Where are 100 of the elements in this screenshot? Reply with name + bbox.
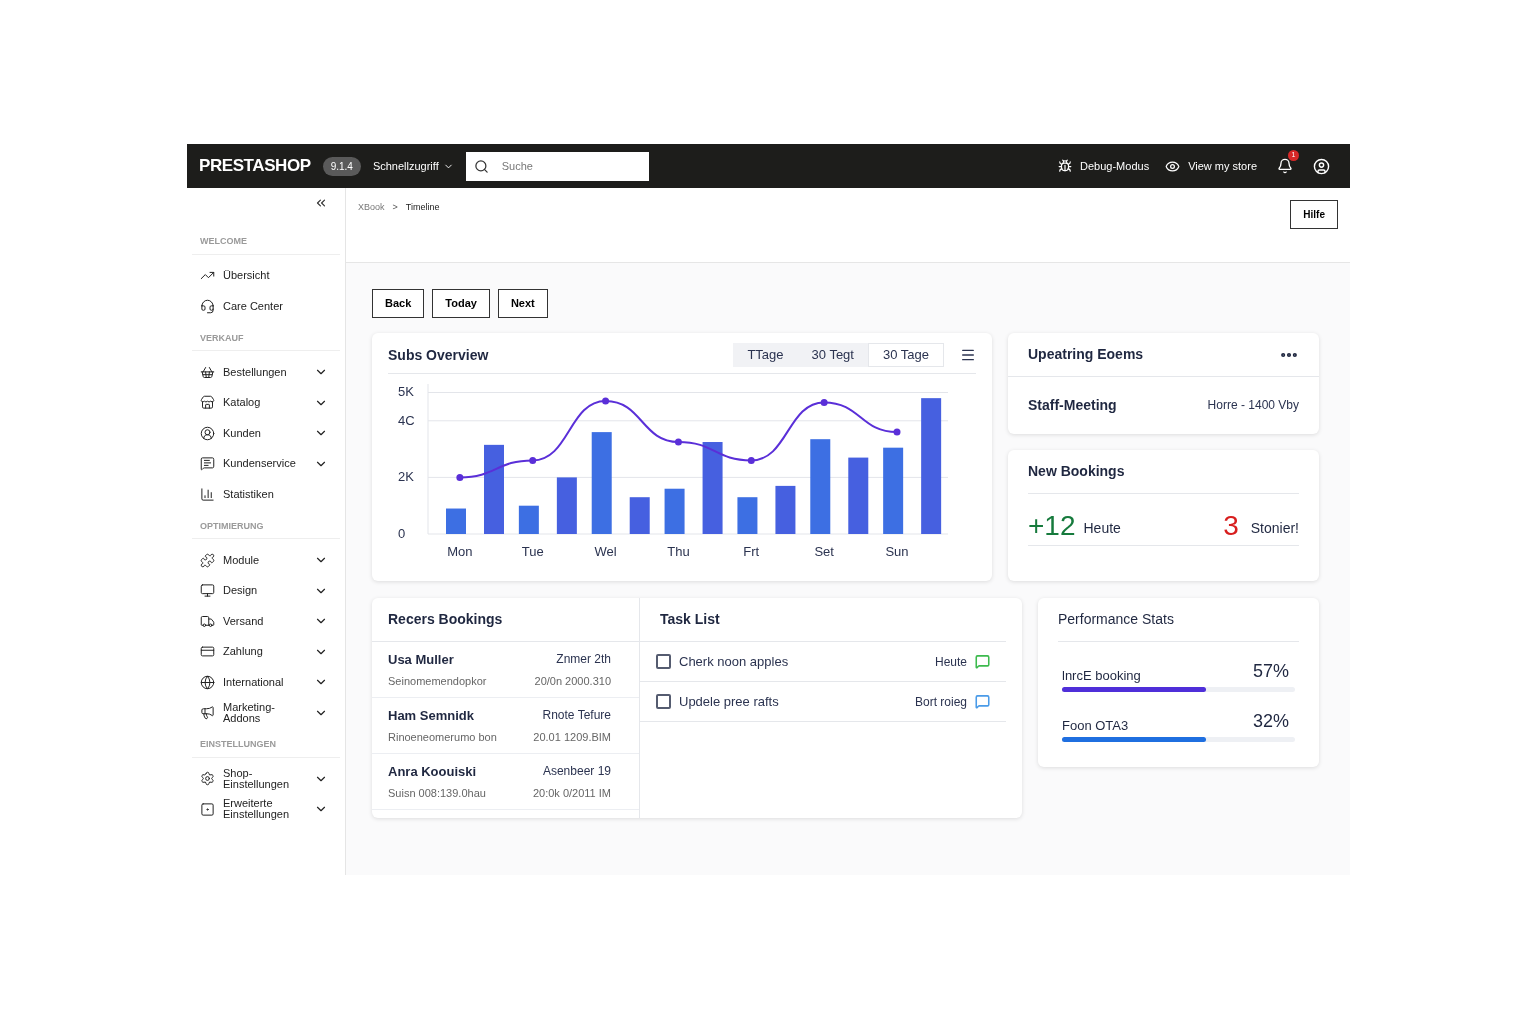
account-icon[interactable] — [1313, 157, 1330, 175]
axis-label: Mon — [447, 544, 473, 559]
breadcrumb-current: Timeline — [405, 201, 440, 214]
guest-name: Anra Koouiski — [388, 763, 477, 781]
cancellations-label: Stonier! — [1250, 519, 1299, 538]
puzzle-icon — [200, 552, 215, 568]
task-label: Updele pree rafts — [679, 692, 779, 711]
task-due: Bort roieg — [914, 693, 967, 711]
chart-point — [893, 428, 901, 436]
eye-icon — [1165, 158, 1181, 174]
card-title: Task List — [660, 610, 720, 629]
basket-icon — [200, 364, 215, 380]
sidebar-item[interactable]: Statistiken — [192, 479, 340, 510]
metric-label: Foon OTA3 — [1062, 716, 1129, 735]
square-gear-icon — [200, 801, 215, 817]
range-tab[interactable]: 30 Tage — [867, 343, 944, 367]
search-field[interactable]: Suche — [465, 151, 649, 181]
help-button[interactable]: Hilfe — [1290, 200, 1338, 229]
card-icon — [200, 644, 215, 660]
card-title: Recers Bookings — [388, 610, 503, 629]
task-checkbox[interactable] — [656, 654, 671, 669]
megaphone-icon — [200, 705, 215, 721]
message-icon — [200, 456, 215, 472]
task-label: Cherk noon apples — [679, 652, 789, 671]
version-badge: 9.1.4 — [322, 156, 361, 176]
chart-bar — [629, 497, 650, 534]
chart-point — [529, 456, 537, 464]
settings-icon — [200, 771, 215, 787]
axis-label: Thu — [667, 544, 690, 559]
range-tab[interactable]: 30 Tegt — [797, 343, 868, 367]
debug-mode-button[interactable]: Debug-Modus — [1058, 157, 1150, 175]
section-title: OPTIMIERUNG — [192, 519, 340, 539]
notifications-button[interactable] — [1277, 158, 1293, 174]
card-title: Subs Overview — [388, 345, 489, 365]
event-name: Staff-Meeting — [1028, 395, 1117, 415]
chart-bar — [556, 477, 577, 534]
breadcrumb-separator: > — [392, 201, 398, 214]
section-title: EINSTELLUNGEN — [192, 738, 340, 758]
axis-label: Tue — [521, 544, 544, 559]
sidebar-item[interactable]: Kunden — [192, 418, 340, 449]
range-tab[interactable]: TTage — [733, 343, 798, 367]
sidebar-item[interactable]: Marketing- Addons — [192, 697, 340, 728]
axis-label: 2K — [398, 469, 414, 485]
task-checkbox[interactable] — [656, 694, 671, 709]
booking-time: 20/0n 2000.310 — [534, 673, 612, 689]
sidebar-item[interactable]: Versand — [192, 606, 340, 637]
section-title: WELCOME — [192, 235, 340, 255]
metric-value: 57% — [1252, 660, 1289, 683]
menu-icon[interactable] — [960, 347, 976, 363]
axis-label: Sun — [885, 544, 909, 559]
sidebar-item[interactable]: International — [192, 667, 340, 698]
axis-label: Frt — [743, 544, 760, 559]
axis-label: Set — [814, 544, 834, 559]
chart-bar — [775, 485, 796, 534]
booking-detail: Seinomemendopkor — [388, 673, 487, 689]
sidebar-item[interactable]: Zahlung — [192, 636, 340, 667]
chart-bar — [518, 505, 539, 534]
nav-button[interactable]: Next — [497, 289, 548, 318]
cancellations-count: 3 — [1223, 511, 1239, 541]
sidebar-item[interactable]: Module — [192, 545, 340, 576]
monitor-icon — [200, 583, 215, 599]
booking-date: Asenbeer 19 — [542, 763, 612, 780]
quick-access-button[interactable]: Schnellzugriff — [372, 157, 454, 175]
sidebar-item[interactable]: Übersicht — [192, 260, 340, 291]
sidebar-item[interactable]: Design — [192, 575, 340, 606]
breadcrumb-link[interactable]: XBook — [358, 201, 385, 215]
headset-icon — [200, 298, 215, 314]
axis-label: Wel — [594, 544, 617, 559]
chart-point — [747, 456, 755, 464]
sidebar-item[interactable]: Katalog — [192, 387, 340, 418]
sidebar-item[interactable]: Shop- Einstellungen — [192, 763, 340, 794]
card-title: Performance Stats — [1058, 610, 1174, 629]
card-title: Upeatring Eoems — [1028, 345, 1144, 364]
axis-label: 0 — [398, 526, 406, 541]
sidebar-item[interactable]: Kundenservice — [192, 448, 340, 479]
booking-time: 20:0k 0/2011 IM — [532, 785, 612, 801]
collapse-icon[interactable] — [314, 196, 328, 210]
sidebar-item[interactable]: Bestellungen — [192, 357, 340, 388]
booking-date: Rnote Tefure — [542, 707, 612, 724]
guest-name: Usa Muller — [388, 651, 454, 669]
nav-button[interactable]: Today — [432, 289, 490, 318]
view-store-link[interactable]: View my store — [1165, 157, 1257, 175]
event-time: Horre - 1400 Vby — [1207, 397, 1299, 414]
chart-point — [674, 438, 682, 446]
booking-detail: Suisn 008:139.0hau — [388, 785, 486, 801]
chart-bar — [737, 497, 758, 534]
chart-bar — [664, 488, 685, 534]
chart-point — [456, 473, 464, 481]
search-icon — [473, 158, 489, 174]
nav-button[interactable]: Back — [372, 289, 425, 318]
sidebar-item[interactable]: Care Center — [192, 291, 340, 322]
metric-label: lnrcE booking — [1062, 666, 1141, 685]
truck-icon — [200, 613, 215, 629]
sidebar-item[interactable]: Erweiterte Einstellungen — [192, 794, 340, 825]
booking-detail: Rinoeneomerumo bon — [388, 729, 497, 745]
chart-point — [820, 398, 828, 406]
logo: PRESTASHOP — [199, 155, 311, 178]
store-icon — [200, 395, 215, 411]
guest-name: Ham Semnidk — [388, 707, 474, 725]
chart-bar — [446, 508, 466, 534]
